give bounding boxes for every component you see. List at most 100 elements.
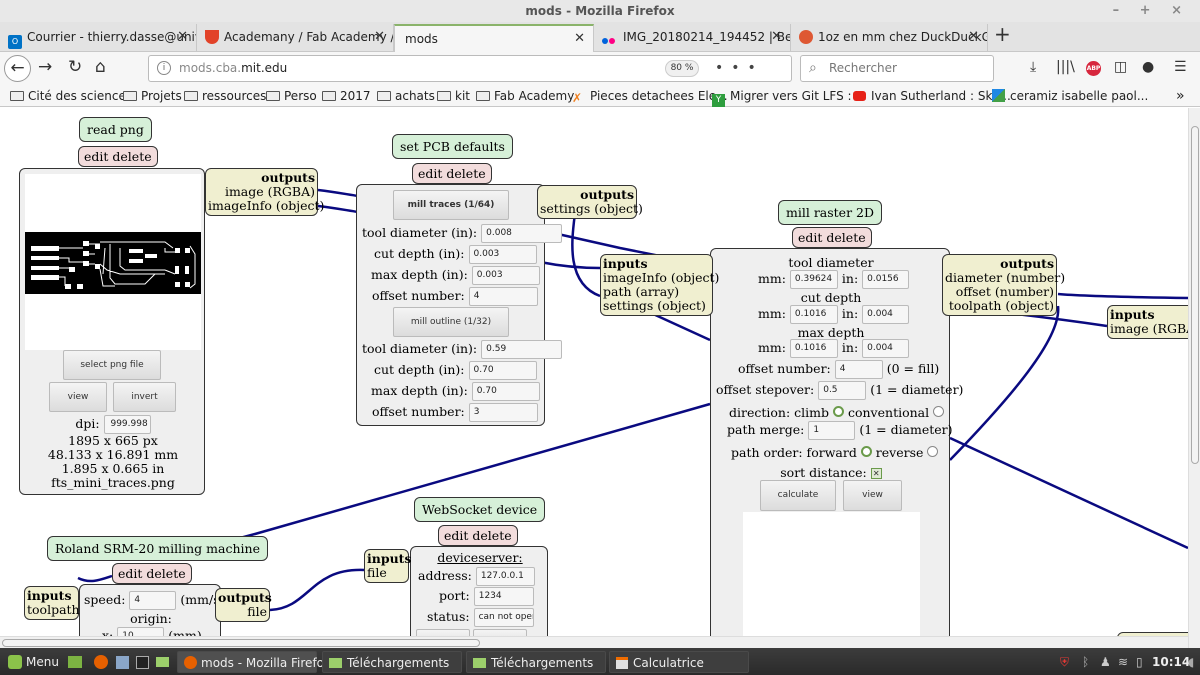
tool-diameter-mm-input[interactable]: 0.39624 <box>789 270 838 289</box>
security-shield-icon[interactable]: ⛨ <box>1054 651 1069 673</box>
info-icon[interactable]: i <box>157 61 171 75</box>
battery-icon[interactable]: ▯ <box>1130 651 1143 673</box>
traces-tool-diameter-input[interactable]: 0.008 <box>481 224 563 243</box>
view-button[interactable]: view <box>843 480 902 511</box>
read-png-title[interactable]: read png <box>79 117 152 142</box>
output-port[interactable]: offset (number) <box>945 285 1054 299</box>
reload-button[interactable]: ↻ <box>68 57 82 77</box>
tab-fab-academy[interactable]: Academany / Fab Academy / ✕ <box>197 24 394 52</box>
path-merge-input[interactable]: 1 <box>808 421 856 440</box>
new-tab-button[interactable]: + <box>994 22 1011 46</box>
address-input[interactable]: 127.0.0.1 <box>475 567 535 586</box>
outline-max-depth-input[interactable]: 0.70 <box>471 382 540 401</box>
invert-button[interactable]: invert <box>113 382 176 412</box>
bookmark-folder[interactable]: achats <box>377 87 435 105</box>
bookmark-link[interactable]: Y Migrer vers Git LFS : ... <box>712 87 867 107</box>
cut-depth-mm-input[interactable]: 0.1016 <box>789 305 838 324</box>
tab-courrier[interactable]: O Courrier - thierry.dasse@univ ✕ <box>0 24 197 52</box>
close-tab-icon[interactable]: ✕ <box>177 24 188 50</box>
traces-offset-number-input[interactable]: 4 <box>468 287 538 306</box>
search-input[interactable]: ⌕ Rechercher <box>800 55 994 82</box>
taskbar-window-downloads[interactable]: Téléchargements <box>322 651 462 673</box>
cut-depth-in-input[interactable]: 0.004 <box>862 305 910 324</box>
extension-icon[interactable]: ● <box>1142 59 1154 75</box>
climb-radio[interactable] <box>833 406 844 417</box>
tab-duckduckgo[interactable]: 1oz en mm chez DuckDuckGo ✕ <box>791 24 988 52</box>
sort-distance-checkbox[interactable]: ✕ <box>870 468 882 479</box>
tab-mods[interactable]: mods ✕ <box>394 24 594 52</box>
library-icon[interactable]: |||\ <box>1056 59 1075 75</box>
mill-outline-button[interactable]: mill outline (1/32) <box>393 307 509 337</box>
zoom-level[interactable]: 80 % <box>665 60 699 77</box>
bookmark-folder[interactable]: 2017 <box>322 87 371 105</box>
mill-traces-button[interactable]: mill traces (1/64) <box>393 190 509 220</box>
outline-cut-depth-input[interactable]: 0.70 <box>468 361 537 380</box>
window-controls[interactable]: – + × <box>1113 0 1190 22</box>
traces-cut-depth-input[interactable]: 0.003 <box>468 245 537 264</box>
offset-number-input[interactable]: 4 <box>834 360 883 379</box>
output-port[interactable]: toolpath (object) <box>945 299 1054 313</box>
bookmark-folder[interactable]: Perso <box>266 87 317 105</box>
output-port[interactable]: imageInfo (object) <box>208 199 324 213</box>
dpi-input[interactable]: 999.998 <box>103 415 151 434</box>
max-depth-mm-input[interactable]: 0.1016 <box>789 339 838 358</box>
bookmark-link[interactable]: ceramiz isabelle paol... <box>992 87 1148 105</box>
menu-button[interactable]: Menu <box>2 651 59 673</box>
mill-raster-2d-title[interactable]: mill raster 2D <box>778 200 883 225</box>
view-button[interactable]: view <box>49 382 107 412</box>
set-pcb-defaults-title[interactable]: set PCB defaults <box>392 134 513 159</box>
set-pcb-edit-delete[interactable]: edit delete <box>412 163 492 184</box>
open-button[interactable] <box>416 629 470 636</box>
forward-radio[interactable] <box>860 446 872 457</box>
bookmark-folder[interactable]: Projets <box>123 87 182 105</box>
max-depth-in-input[interactable]: 0.004 <box>862 339 910 358</box>
port-input[interactable]: 1234 <box>473 587 534 606</box>
taskbar-window-calculator[interactable]: Calculatrice <box>609 651 749 673</box>
hamburger-menu-icon[interactable]: ☰ <box>1174 59 1187 75</box>
close-tab-icon[interactable]: ✕ <box>968 24 979 50</box>
sidebar-icon[interactable]: ◫ <box>1114 59 1127 75</box>
bookmark-folder[interactable]: Fab Academy <box>476 87 574 105</box>
back-button[interactable]: ← <box>4 55 31 82</box>
select-png-file-button[interactable]: select png file <box>63 350 161 380</box>
bookmark-folder[interactable]: Cité des sciences <box>10 87 132 105</box>
bookmark-link[interactable]: Ivan Sutherland : Ske... <box>853 87 1011 105</box>
terminal-launcher-icon[interactable] <box>130 651 149 673</box>
speed-input[interactable]: 4 <box>129 591 177 610</box>
mill-raster-edit-delete[interactable]: edit delete <box>792 227 872 248</box>
origin-x-input[interactable]: 10 <box>117 627 165 636</box>
calculate-button[interactable]: calculate <box>760 480 836 511</box>
close-button[interactable] <box>473 629 527 636</box>
reverse-radio[interactable] <box>927 446 939 457</box>
wifi-icon[interactable]: ≋ <box>1112 651 1128 673</box>
offset-stepover-input[interactable]: 0.5 <box>818 381 867 400</box>
show-desktop-icon[interactable] <box>62 651 82 673</box>
output-port[interactable]: settings (object) <box>540 202 643 216</box>
websocket-device-title[interactable]: WebSocket device <box>414 497 546 522</box>
url-bar[interactable]: i mods.cba.mit.edu 80 % ••• ◙☆ <box>148 55 792 101</box>
taskbar-window-downloads[interactable]: Téléchargements <box>466 651 606 673</box>
more-bookmarks-icon[interactable]: » <box>1176 87 1185 105</box>
close-tab-icon[interactable]: ✕ <box>574 26 585 52</box>
read-png-edit-delete[interactable]: edit delete <box>78 146 158 167</box>
tab-flickr[interactable]: IMG_20180214_194452 | Ber ✕ <box>594 24 791 52</box>
adblock-icon[interactable]: ABP <box>1086 61 1101 76</box>
roland-edit-delete[interactable]: edit delete <box>112 563 192 584</box>
input-port[interactable]: toolpath <box>27 603 80 617</box>
output-port[interactable]: file <box>218 605 267 619</box>
home-button[interactable]: ⌂ <box>95 57 106 77</box>
vertical-scrollbar[interactable] <box>1188 108 1200 648</box>
bookmark-folder[interactable]: kit <box>437 87 470 105</box>
input-port[interactable]: image (RGBA) <box>1110 322 1188 336</box>
close-tab-icon[interactable]: ✕ <box>374 24 385 50</box>
user-icon[interactable]: ♟ <box>1094 651 1111 673</box>
input-port[interactable]: file <box>367 566 406 580</box>
taskbar-window-firefox[interactable]: mods - Mozilla Firefox <box>177 651 331 673</box>
more-actions-icon[interactable]: ••• <box>715 60 764 76</box>
horizontal-scroll-thumb[interactable] <box>2 639 480 647</box>
roland-srm20-title[interactable]: Roland SRM-20 milling machine <box>47 536 268 561</box>
input-port[interactable]: imageInfo (object) <box>603 271 719 285</box>
mods-canvas[interactable]: read png edit delete select png file vie… <box>0 108 1188 636</box>
outline-tool-diameter-input[interactable]: 0.59 <box>481 340 563 359</box>
firefox-launcher-icon[interactable] <box>88 651 108 673</box>
